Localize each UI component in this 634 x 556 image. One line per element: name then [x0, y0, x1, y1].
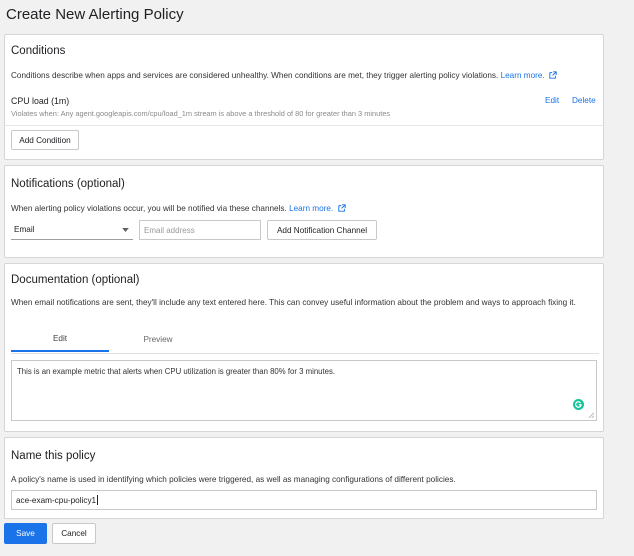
name-policy-card: Name this policy A policy's name is used…	[4, 437, 604, 519]
tab-preview-label: Preview	[143, 334, 173, 344]
cancel-button[interactable]: Cancel	[52, 523, 96, 544]
page-title: Create New Alerting Policy	[6, 6, 184, 23]
conditions-divider	[5, 125, 603, 126]
save-button-label: Save	[16, 529, 35, 538]
notifications-card: Notifications (optional) When alerting p…	[4, 165, 604, 258]
documentation-text: This is an example metric that alerts wh…	[17, 367, 336, 376]
add-notification-channel-button[interactable]: Add Notification Channel	[267, 220, 377, 240]
text-cursor	[97, 495, 99, 505]
condition-name: CPU load (1m)	[11, 96, 70, 106]
email-address-input[interactable]: Email address	[139, 220, 261, 240]
tab-edit-label: Edit	[52, 333, 68, 343]
conditions-learn-more-link[interactable]: Learn more.	[501, 71, 545, 80]
notifications-title: Notifications (optional)	[11, 178, 125, 190]
external-link-icon[interactable]	[337, 204, 346, 212]
tab-edit[interactable]: Edit	[11, 326, 109, 352]
documentation-card: Documentation (optional) When email noti…	[4, 263, 604, 432]
condition-delete-link[interactable]: Delete	[572, 96, 596, 105]
condition-violates-text: Violates when: Any agent.googleapis.com/…	[11, 109, 391, 118]
name-policy-description: A policy's name is used in identifying w…	[11, 475, 456, 484]
email-address-placeholder: Email address	[144, 225, 195, 235]
grammarly-icon[interactable]	[573, 399, 584, 410]
save-button[interactable]: Save	[4, 523, 47, 544]
name-policy-title: Name this policy	[11, 450, 96, 462]
documentation-description: When email notifications are sent, they'…	[11, 298, 576, 307]
policy-name-input[interactable]: ace-exam-cpu-policy1	[11, 490, 597, 510]
notifications-description: When alerting policy violations occur, y…	[11, 203, 346, 214]
conditions-card: Conditions Conditions describe when apps…	[4, 34, 604, 160]
documentation-textarea[interactable]: This is an example metric that alerts wh…	[11, 360, 597, 421]
conditions-description-text: Conditions describe when apps and servic…	[11, 71, 499, 80]
tabs-divider	[11, 353, 599, 354]
policy-name-value: ace-exam-cpu-policy1	[16, 495, 97, 505]
channel-type-value: Email	[14, 225, 35, 234]
notifications-description-text: When alerting policy violations occur, y…	[11, 204, 287, 213]
documentation-title: Documentation (optional)	[11, 274, 140, 286]
conditions-title: Conditions	[11, 45, 66, 57]
tab-preview[interactable]: Preview	[109, 326, 207, 352]
conditions-description: Conditions describe when apps and servic…	[11, 70, 557, 81]
condition-edit-link[interactable]: Edit	[545, 96, 559, 105]
add-condition-button[interactable]: Add Condition	[11, 130, 79, 150]
notifications-learn-more-link[interactable]: Learn more.	[289, 204, 333, 213]
chevron-down-icon	[122, 228, 129, 232]
channel-type-select[interactable]: Email	[11, 220, 133, 240]
external-link-icon[interactable]	[549, 71, 557, 79]
resize-handle-icon[interactable]	[588, 412, 594, 418]
